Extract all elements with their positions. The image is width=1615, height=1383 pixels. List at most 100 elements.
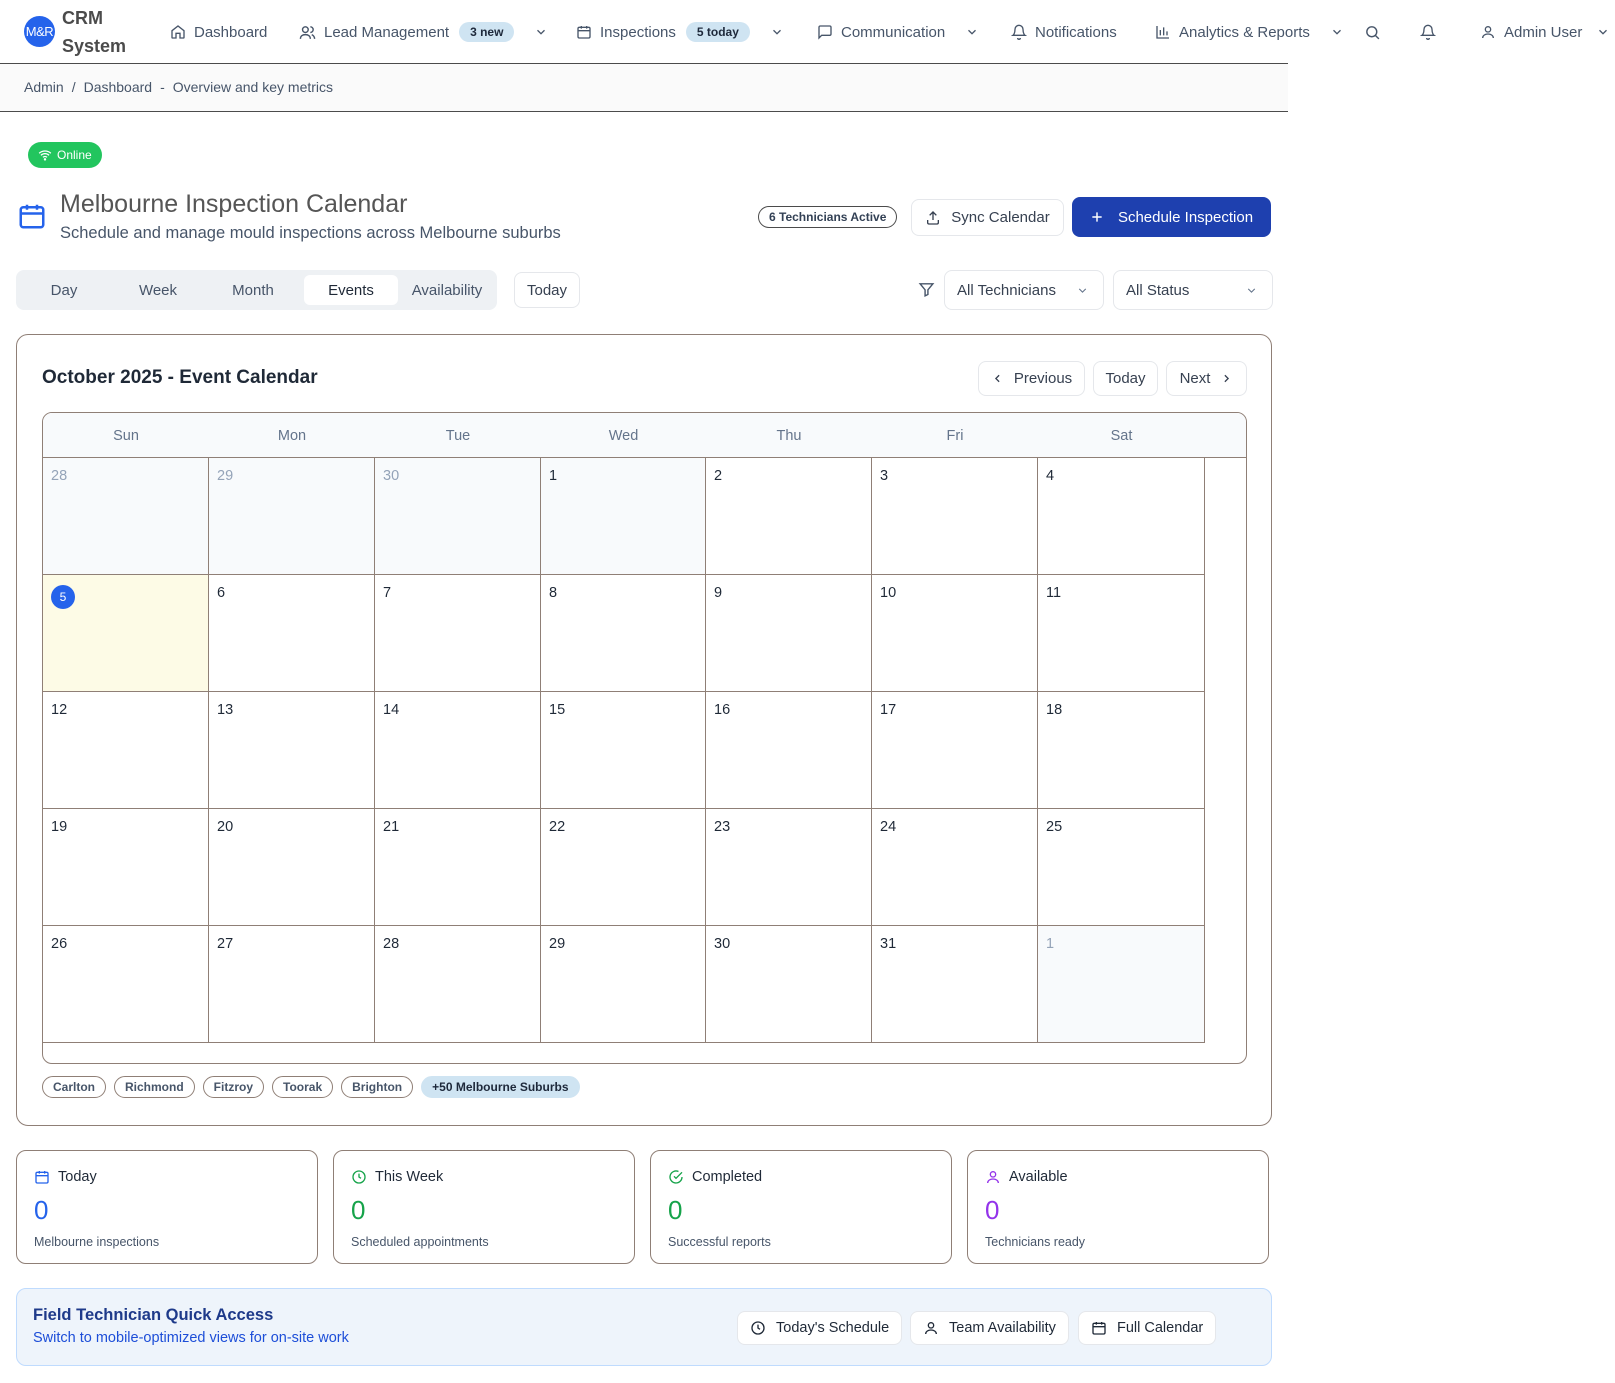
tab-events[interactable]: Events (304, 275, 398, 305)
breadcrumb-admin[interactable]: Admin (24, 79, 64, 95)
sync-calendar-button[interactable]: Sync Calendar (911, 199, 1064, 236)
search-button[interactable] (1364, 18, 1381, 46)
more-suburbs-tag[interactable]: +50 Melbourne Suburbs (421, 1076, 580, 1098)
nav-inspections-label: Inspections (600, 23, 676, 41)
day-number: 11 (1046, 585, 1062, 601)
nav-notifications[interactable]: Notifications (1011, 18, 1117, 46)
calendar-day[interactable]: 7 (375, 575, 541, 692)
bell-icon (1011, 24, 1027, 40)
calendar-day[interactable]: 13 (209, 692, 375, 809)
calendar-icon (1092, 1322, 1106, 1335)
day-number: 21 (383, 819, 400, 835)
calendar-day[interactable]: 22 (541, 809, 706, 926)
calendar-day[interactable]: 12 (43, 692, 209, 809)
calendar-day[interactable]: 25 (1038, 809, 1205, 926)
calendar-day[interactable]: 11 (1038, 575, 1205, 692)
tab-availability[interactable]: Availability (401, 275, 493, 305)
notifications-button[interactable] (1420, 18, 1436, 46)
full-calendar-button[interactable]: Full Calendar (1078, 1311, 1217, 1345)
calendar-day[interactable]: 14 (375, 692, 541, 809)
previous-month-button[interactable]: Previous (978, 361, 1085, 396)
chevron-down-icon[interactable] (1596, 25, 1610, 39)
breadcrumb: Admin / Dashboard - Overview and key met… (24, 79, 333, 95)
tab-week[interactable]: Week (115, 275, 201, 305)
quick-access-subtitle: Switch to mobile-optimized views for on-… (33, 1330, 349, 1346)
wifi-icon (38, 150, 52, 161)
calendar-day[interactable]: 29 (541, 926, 706, 1043)
day-number: 13 (217, 702, 234, 718)
breadcrumb-description: Overview and key metrics (172, 79, 334, 95)
calendar-day[interactable]: 1 (1038, 926, 1205, 1043)
chevron-down-icon[interactable] (534, 25, 548, 39)
breadcrumb-dashboard[interactable]: Dashboard (84, 79, 153, 95)
tab-day[interactable]: Day (21, 275, 107, 305)
calendar-day-today[interactable]: 5 (43, 575, 209, 692)
calendar-day[interactable]: 20 (209, 809, 375, 926)
nav-analytics[interactable]: Analytics & Reports (1155, 18, 1344, 46)
stat-value: 0 (985, 1195, 1000, 1225)
tab-month[interactable]: Month (210, 275, 296, 305)
calendar-day[interactable]: 27 (209, 926, 375, 1043)
clock-icon (751, 1321, 765, 1335)
calendar-icon (19, 204, 45, 229)
schedule-inspection-button[interactable]: Schedule Inspection (1072, 197, 1271, 237)
calendar-day[interactable]: 6 (209, 575, 375, 692)
status-filter-select[interactable]: All Status (1113, 270, 1273, 310)
team-availability-button[interactable]: Team Availability (910, 1311, 1069, 1345)
calendar-day[interactable]: 9 (706, 575, 872, 692)
user-menu[interactable]: Admin User (1480, 18, 1610, 46)
calendar-day[interactable]: 29 (209, 458, 375, 575)
calendar-day[interactable]: 17 (872, 692, 1038, 809)
calendar-day[interactable]: 16 (706, 692, 872, 809)
brand-line-2: System (62, 36, 127, 56)
technician-filter-select[interactable]: All Technicians (944, 270, 1104, 310)
calendar-day[interactable]: 18 (1038, 692, 1205, 809)
day-number: 3 (880, 468, 889, 484)
nav-lead-management[interactable]: Lead Management 3 new (299, 18, 548, 46)
calendar-day[interactable]: 26 (43, 926, 209, 1043)
check-circle-icon (669, 1170, 683, 1184)
chevron-down-icon[interactable] (965, 25, 979, 39)
calendar-day[interactable]: 19 (43, 809, 209, 926)
calendar-day[interactable]: 30 (706, 926, 872, 1043)
calendar-day[interactable]: 15 (541, 692, 706, 809)
suburb-tag[interactable]: Brighton (341, 1076, 414, 1098)
suburb-tag[interactable]: Toorak (272, 1076, 334, 1098)
calendar-day[interactable]: 23 (706, 809, 872, 926)
user-icon (987, 1171, 999, 1184)
calendar-day[interactable]: 28 (375, 926, 541, 1043)
weekday-header-row: Sun Mon Tue Wed Thu Fri Sat (43, 413, 1246, 458)
logo[interactable]: M&R (24, 16, 55, 47)
chevron-down-icon[interactable] (1330, 25, 1344, 39)
calendar-day[interactable]: 24 (872, 809, 1038, 926)
chevron-down-icon[interactable] (770, 25, 784, 39)
stat-value: 0 (668, 1195, 683, 1225)
nav-communication[interactable]: Communication (817, 18, 979, 46)
todays-schedule-button[interactable]: Today's Schedule (737, 1311, 903, 1345)
nav-inspections[interactable]: Inspections 5 today (576, 18, 784, 46)
suburb-tag[interactable]: Carlton (42, 1076, 106, 1098)
calendar-day[interactable]: 4 (1038, 458, 1205, 575)
today-view-button[interactable]: Today (514, 272, 580, 308)
suburb-tag[interactable]: Fitzroy (202, 1076, 265, 1098)
day-number: 19 (51, 819, 68, 835)
calendar-day[interactable]: 2 (706, 458, 872, 575)
calendar-day[interactable]: 1 (541, 458, 706, 575)
nav-dashboard[interactable]: Dashboard (170, 18, 267, 46)
day-number: 8 (549, 585, 558, 601)
calendar-day[interactable]: 3 (872, 458, 1038, 575)
technicians-active-badge: 6 Technicians Active (758, 206, 898, 228)
online-label: Online (57, 148, 92, 162)
today-button[interactable]: Today (1093, 361, 1158, 396)
stat-header: Today (34, 1169, 97, 1185)
next-month-button[interactable]: Next (1166, 361, 1247, 396)
calendar-day[interactable]: 8 (541, 575, 706, 692)
calendar-day[interactable]: 10 (872, 575, 1038, 692)
calendar-day[interactable]: 30 (375, 458, 541, 575)
calendar-card: October 2025 - Event Calendar Previous T… (16, 334, 1272, 1126)
calendar-day[interactable]: 21 (375, 809, 541, 926)
calendar-day[interactable]: 28 (43, 458, 209, 575)
suburb-tag[interactable]: Richmond (114, 1076, 195, 1098)
calendar-day[interactable]: 31 (872, 926, 1038, 1043)
day-number: 7 (383, 585, 392, 601)
